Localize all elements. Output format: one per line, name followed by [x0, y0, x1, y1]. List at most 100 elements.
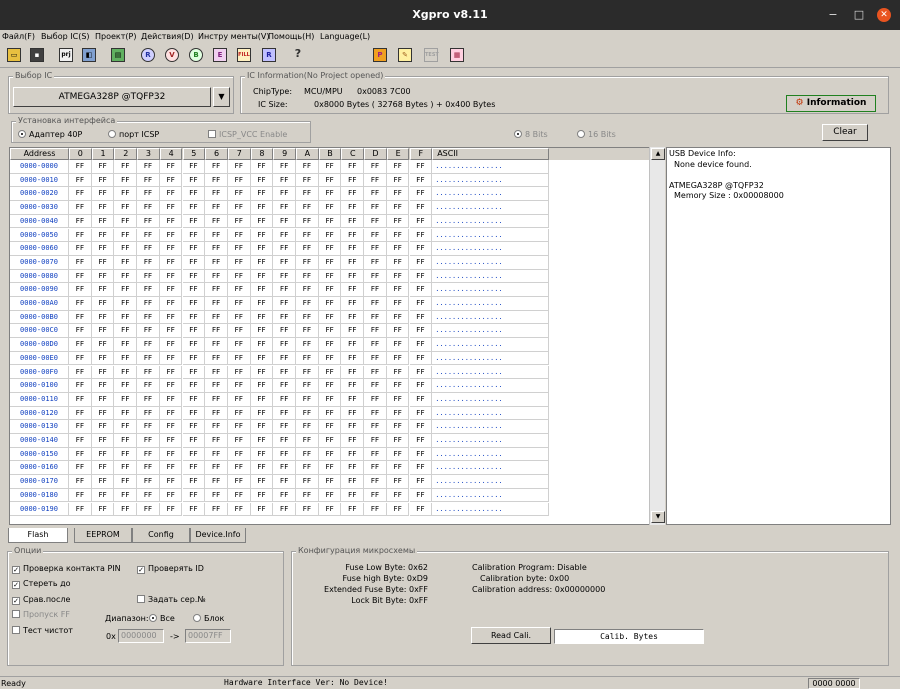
hex-byte[interactable]: FF: [114, 447, 138, 462]
hex-byte[interactable]: FF: [69, 420, 92, 434]
hex-byte[interactable]: FF: [250, 187, 274, 202]
hex-byte[interactable]: FF: [91, 461, 115, 476]
hex-byte[interactable]: FF: [296, 324, 319, 339]
hex-byte[interactable]: FF: [114, 461, 138, 476]
hex-ascii[interactable]: ................: [432, 338, 550, 352]
hex-byte[interactable]: FF: [341, 365, 365, 380]
hex-byte[interactable]: FF: [137, 201, 160, 215]
hex-byte[interactable]: FF: [273, 324, 296, 339]
hex-byte[interactable]: FF: [296, 461, 319, 476]
hex-byte[interactable]: FF: [341, 461, 365, 476]
hex-byte[interactable]: FF: [182, 379, 206, 393]
hex-byte[interactable]: FF: [159, 187, 183, 202]
hex-byte[interactable]: FF: [250, 502, 274, 517]
hex-byte[interactable]: FF: [364, 214, 387, 229]
hex-byte[interactable]: FF: [182, 201, 206, 215]
hex-byte[interactable]: FF: [364, 310, 387, 325]
hex-ascii[interactable]: ................: [432, 351, 550, 366]
hex-byte[interactable]: FF: [318, 502, 342, 517]
hex-byte[interactable]: FF: [137, 242, 160, 256]
hex-byte[interactable]: FF: [182, 160, 206, 174]
hex-byte[interactable]: FF: [364, 255, 387, 270]
hex-byte[interactable]: FF: [296, 310, 319, 325]
hex-byte[interactable]: FF: [296, 379, 319, 393]
hex-byte[interactable]: FF: [273, 310, 296, 325]
hex-byte[interactable]: FF: [273, 297, 296, 311]
hex-byte[interactable]: FF: [386, 502, 410, 517]
hex-byte[interactable]: FF: [205, 379, 228, 393]
hex-byte[interactable]: FF: [137, 502, 160, 517]
hex-ascii[interactable]: ................: [432, 324, 550, 339]
hex-byte[interactable]: FF: [182, 461, 206, 476]
hex-byte[interactable]: FF: [409, 447, 433, 462]
hex-byte[interactable]: FF: [69, 255, 92, 270]
range-from-input[interactable]: 0000000: [118, 629, 164, 643]
hex-byte[interactable]: FF: [386, 160, 410, 174]
hex-byte[interactable]: FF: [137, 406, 160, 421]
hex-byte[interactable]: FF: [69, 434, 92, 448]
menu-actions[interactable]: Действия(D): [141, 32, 194, 41]
hex-byte[interactable]: FF: [364, 488, 387, 503]
hex-byte[interactable]: FF: [69, 324, 92, 339]
hex-byte[interactable]: FF: [205, 269, 228, 284]
hex-byte[interactable]: FF: [91, 502, 115, 517]
hex-byte[interactable]: FF: [341, 324, 365, 339]
hex-byte[interactable]: FF: [159, 214, 183, 229]
hex-row[interactable]: 0000-00A0 FF FF FF FF FF FF FF FF FF FF FF FF FF FF FF F…: [10, 297, 650, 311]
erase-icon[interactable]: E: [212, 47, 228, 64]
hex-ascii[interactable]: ................: [432, 447, 550, 462]
hex-byte[interactable]: FF: [137, 160, 160, 174]
hex-byte[interactable]: FF: [91, 297, 115, 311]
hex-byte[interactable]: FF: [318, 228, 342, 243]
hex-byte[interactable]: FF: [273, 502, 296, 517]
hex-byte[interactable]: FF: [91, 201, 115, 215]
hex-byte[interactable]: FF: [364, 461, 387, 476]
hex-byte[interactable]: FF: [69, 379, 92, 393]
hex-byte[interactable]: FF: [364, 434, 387, 448]
menu-language[interactable]: Language(L): [320, 32, 370, 41]
hex-byte[interactable]: FF: [341, 269, 365, 284]
hex-byte[interactable]: FF: [273, 461, 296, 476]
hex-byte[interactable]: FF: [341, 255, 365, 270]
hex-byte[interactable]: FF: [273, 406, 296, 421]
hex-byte[interactable]: FF: [318, 365, 342, 380]
hex-byte[interactable]: FF: [227, 228, 251, 243]
hex-byte[interactable]: FF: [227, 488, 251, 503]
hex-row[interactable]: 0000-0010 FF FF FF FF FF FF FF FF FF FF FF FF FF FF FF F…: [10, 173, 650, 188]
hex-byte[interactable]: FF: [296, 488, 319, 503]
hex-byte[interactable]: FF: [205, 434, 228, 448]
hex-byte[interactable]: FF: [409, 434, 433, 448]
hex-byte[interactable]: FF: [318, 406, 342, 421]
hex-byte[interactable]: FF: [69, 488, 92, 503]
hex-byte[interactable]: FF: [273, 283, 296, 297]
hex-byte[interactable]: FF: [341, 379, 365, 393]
hex-byte[interactable]: FF: [409, 379, 433, 393]
hex-byte[interactable]: FF: [182, 214, 206, 229]
hex-byte[interactable]: FF: [273, 242, 296, 256]
hex-byte[interactable]: FF: [205, 160, 228, 174]
hex-byte[interactable]: FF: [386, 406, 410, 421]
hex-byte[interactable]: FF: [114, 160, 138, 174]
hex-byte[interactable]: FF: [205, 201, 228, 215]
hex-byte[interactable]: FF: [227, 447, 251, 462]
close-button[interactable]: ✕: [877, 8, 891, 22]
hex-byte[interactable]: FF: [386, 365, 410, 380]
hex-byte[interactable]: FF: [386, 434, 410, 448]
hex-byte[interactable]: FF: [114, 255, 138, 270]
hex-byte[interactable]: FF: [182, 269, 206, 284]
hex-scrollbar[interactable]: ▲ ▼: [649, 147, 665, 525]
hex-byte[interactable]: FF: [250, 488, 274, 503]
hex-byte[interactable]: FF: [91, 255, 115, 270]
erase-before-checkbox[interactable]: ✓ Стереть до: [12, 579, 71, 589]
hex-byte[interactable]: FF: [250, 255, 274, 270]
hex-byte[interactable]: FF: [250, 173, 274, 188]
hex-byte[interactable]: FF: [318, 324, 342, 339]
hex-byte[interactable]: FF: [386, 242, 410, 256]
hex-byte[interactable]: FF: [318, 351, 342, 366]
hex-byte[interactable]: FF: [182, 338, 206, 352]
hex-byte[interactable]: FF: [159, 310, 183, 325]
hex-byte[interactable]: FF: [364, 160, 387, 174]
hex-ascii[interactable]: ................: [432, 269, 550, 284]
hex-byte[interactable]: FF: [296, 187, 319, 202]
hex-ascii[interactable]: ................: [432, 461, 550, 476]
